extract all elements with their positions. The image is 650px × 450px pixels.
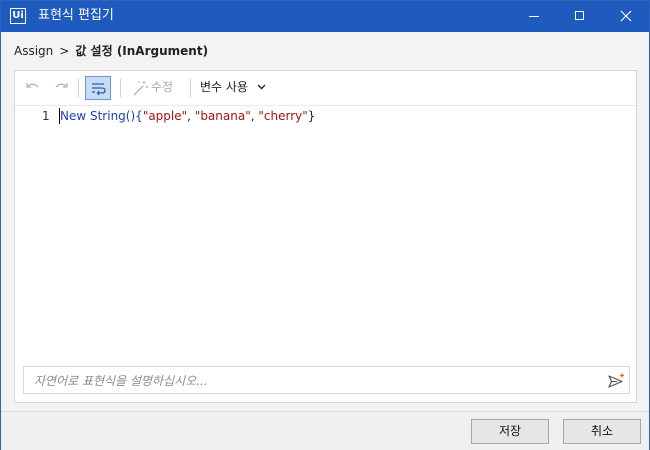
maximize-icon bbox=[575, 11, 584, 20]
redo-icon bbox=[55, 83, 68, 88]
cancel-button[interactable]: 취소 bbox=[563, 419, 641, 444]
breadcrumb: Assign > 값 설정 (InArgument) bbox=[14, 43, 208, 59]
minimize-button[interactable] bbox=[511, 1, 557, 32]
toolbar-divider bbox=[78, 79, 79, 97]
word-wrap-icon bbox=[92, 83, 106, 96]
fix-button[interactable]: 수정 bbox=[128, 76, 186, 100]
magic-wand-icon bbox=[133, 81, 148, 96]
code-string: "banana" bbox=[194, 109, 251, 123]
minimize-icon bbox=[529, 16, 539, 17]
dialog-footer: 저장 취소 bbox=[1, 411, 649, 450]
toolbar-divider bbox=[190, 79, 191, 97]
code-keyword: New String(){ bbox=[60, 109, 143, 123]
word-wrap-button[interactable] bbox=[85, 76, 111, 100]
expression-editor: 수정 변수 사용 1 New String(){"apple", "banana… bbox=[14, 70, 637, 403]
natural-language-input[interactable] bbox=[32, 371, 596, 391]
code-punctuation: } bbox=[307, 109, 316, 123]
close-icon bbox=[620, 10, 632, 22]
code-editor[interactable]: 1 New String(){"apple", "banana", "cherr… bbox=[15, 106, 636, 366]
chevron-down-icon bbox=[257, 84, 266, 90]
line-number: 1 bbox=[42, 109, 50, 123]
send-icon bbox=[608, 373, 624, 388]
code-line[interactable]: New String(){"apple", "banana", "cherry"… bbox=[60, 108, 315, 124]
toolbar-divider bbox=[120, 79, 121, 97]
code-string: "apple" bbox=[142, 109, 188, 123]
title-bar[interactable]: Ui 표현식 편집기 bbox=[1, 1, 649, 32]
code-string: "cherry" bbox=[258, 109, 308, 123]
undo-icon bbox=[26, 83, 39, 88]
undo-button[interactable] bbox=[22, 76, 44, 100]
breadcrumb-parent[interactable]: Assign bbox=[14, 44, 53, 58]
breadcrumb-separator: > bbox=[59, 44, 70, 58]
close-button[interactable] bbox=[603, 1, 649, 32]
breadcrumb-current: 값 설정 (InArgument) bbox=[75, 44, 209, 58]
use-variables-label: 변수 사용 bbox=[200, 80, 248, 94]
redo-button[interactable] bbox=[50, 76, 72, 100]
uipath-logo-icon: Ui bbox=[10, 8, 26, 24]
send-button[interactable] bbox=[607, 372, 625, 390]
expression-editor-window: Ui 표현식 편집기 Assign > 값 설정 (InArgument) 수정 bbox=[0, 0, 650, 450]
save-button[interactable]: 저장 bbox=[471, 419, 549, 444]
code-punctuation: , bbox=[187, 109, 195, 123]
editor-toolbar: 수정 변수 사용 bbox=[15, 71, 636, 106]
maximize-button[interactable] bbox=[557, 1, 603, 32]
natural-language-box bbox=[23, 366, 630, 394]
fix-label: 수정 bbox=[151, 80, 174, 94]
use-variables-dropdown[interactable]: 변수 사용 bbox=[197, 76, 271, 100]
window-title: 표현식 편집기 bbox=[38, 8, 114, 23]
